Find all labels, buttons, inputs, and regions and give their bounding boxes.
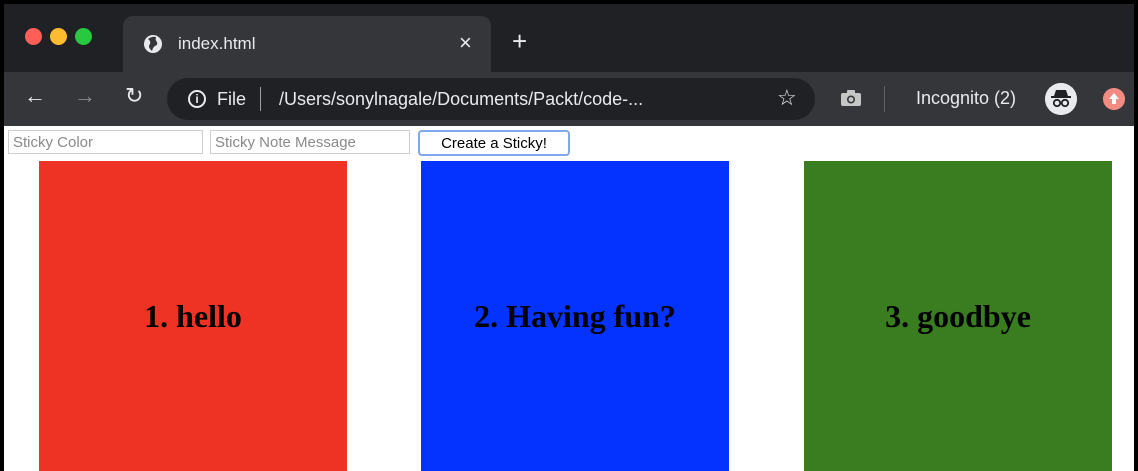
tab-index-html[interactable]: index.html × xyxy=(123,16,491,72)
camera-icon[interactable] xyxy=(840,89,862,107)
screen-frame: index.html × + ← → ↻ i File /Users/sonyl… xyxy=(0,0,1138,471)
address-bar[interactable]: i File /Users/sonylnagale/Documents/Pack… xyxy=(167,78,815,120)
sticky-note-2: 2. Having fun? xyxy=(421,161,729,471)
sticky-note-text: 2. Having fun? xyxy=(474,297,676,334)
address-divider xyxy=(260,87,261,111)
create-sticky-button[interactable]: Create a Sticky! xyxy=(418,130,570,156)
browser-window: index.html × + ← → ↻ i File /Users/sonyl… xyxy=(4,4,1134,471)
tab-title: index.html xyxy=(178,34,256,53)
tab-close-icon[interactable]: × xyxy=(459,32,472,54)
toolbar-divider xyxy=(884,86,885,112)
sticky-color-input[interactable] xyxy=(8,130,203,154)
incognito-label[interactable]: Incognito (2) xyxy=(916,86,1016,110)
scheme-label: File xyxy=(217,89,247,109)
new-tab-button[interactable]: + xyxy=(512,28,527,54)
window-minimize-button[interactable] xyxy=(50,28,67,45)
info-icon[interactable]: i xyxy=(188,90,206,108)
window-maximize-button[interactable] xyxy=(75,28,92,45)
bookmark-star-icon[interactable]: ☆ xyxy=(777,87,797,109)
url-text[interactable]: /Users/sonylnagale/Documents/Packt/code-… xyxy=(279,88,643,110)
sticky-message-input[interactable] xyxy=(210,130,410,154)
browser-toolbar: ← → ↻ i File /Users/sonylnagale/Document… xyxy=(4,72,1134,126)
window-close-button[interactable] xyxy=(25,28,42,45)
tab-strip: index.html × + xyxy=(4,4,1134,72)
back-arrow-icon[interactable]: ← xyxy=(24,84,46,108)
reload-icon[interactable]: ↻ xyxy=(125,84,143,108)
incognito-icon[interactable] xyxy=(1045,83,1077,115)
update-arrow-icon[interactable] xyxy=(1103,88,1125,110)
forward-arrow-icon[interactable]: → xyxy=(74,84,96,108)
sticky-note-text: 3. goodbye xyxy=(885,297,1031,334)
page-content: Create a Sticky! 1. hello 2. Having fun?… xyxy=(4,126,1134,471)
sticky-note-3: 3. goodbye xyxy=(804,161,1112,471)
sticky-note-1: 1. hello xyxy=(39,161,347,471)
sticky-note-text: 1. hello xyxy=(144,297,242,334)
globe-icon xyxy=(144,35,162,53)
